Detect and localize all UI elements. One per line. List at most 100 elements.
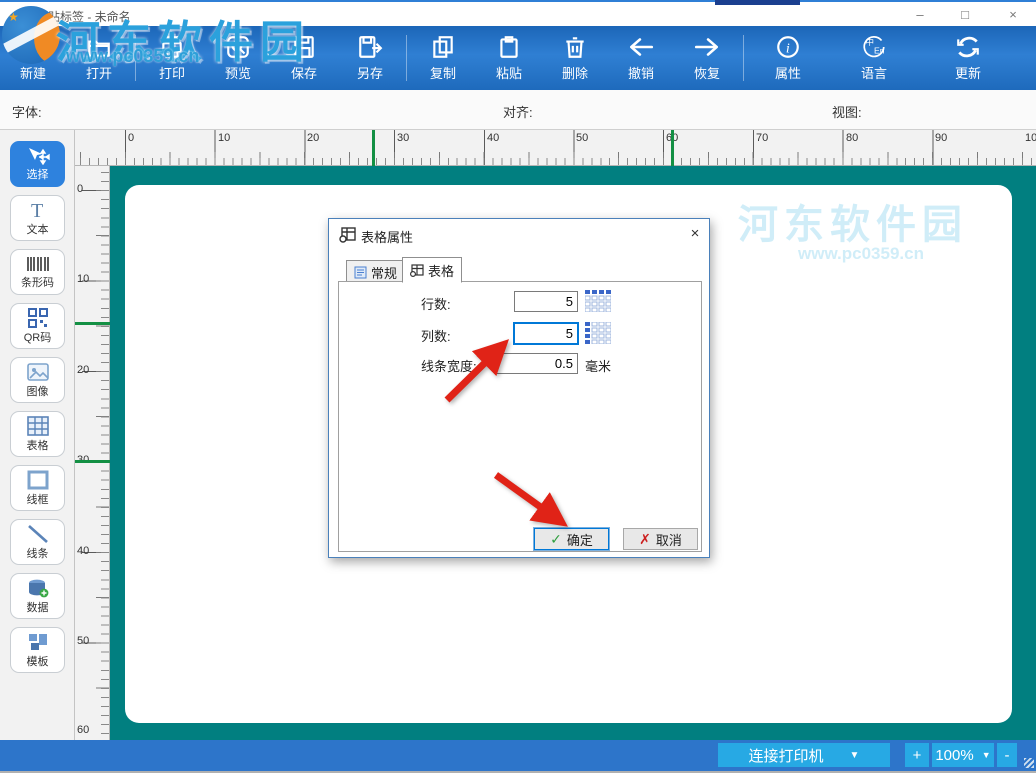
maximize-button[interactable]: □	[950, 6, 980, 24]
minimize-button[interactable]: –	[905, 6, 935, 24]
tool-qrcode[interactable]: QR码	[10, 303, 65, 349]
general-tab-icon	[354, 266, 367, 279]
dialog-close-icon[interactable]: ×	[685, 225, 705, 243]
properties-button[interactable]: i 属性	[755, 29, 821, 87]
rows-grid-icon[interactable]	[585, 290, 611, 317]
toolbar-separator	[406, 35, 407, 81]
language-icon: 中En	[861, 34, 887, 60]
tool-image[interactable]: 图像	[10, 357, 65, 403]
watermark-globe-logo: ★	[2, 6, 60, 64]
zoom-in-button[interactable]: +	[905, 743, 929, 767]
check-icon: ✓	[550, 531, 562, 548]
status-bar: 连接打印机 ▼ + 100%▼ -	[0, 740, 1036, 771]
line-width-unit: 毫米	[585, 356, 611, 375]
vertical-ruler: 0 10 20 30 40 50 60	[75, 166, 110, 740]
tool-data[interactable]: 数据	[10, 573, 65, 619]
trash-icon	[562, 34, 588, 60]
ruler-marker-green	[75, 460, 110, 463]
ruler-number: 30	[397, 132, 409, 144]
view-label: 视图:	[832, 102, 862, 121]
tab-table[interactable]: 表格	[402, 257, 462, 283]
tool-template[interactable]: 模板	[10, 627, 65, 673]
close-button[interactable]: ×	[998, 6, 1028, 24]
connect-printer-button[interactable]: 连接打印机 ▼	[718, 743, 890, 767]
format-toolbar: 字体: 黑体▾ 小五▾ A▴ B I U S A▾ 对齐: 视图: 90	[0, 90, 1036, 130]
horizontal-ruler: 0 10 20 30 40 50 60 70 80 90 100	[75, 130, 1036, 166]
ruler-number: 0	[128, 132, 134, 144]
copy-icon	[430, 34, 456, 60]
screenshot-artifact	[715, 0, 800, 5]
save-as-icon	[357, 34, 383, 60]
ruler-number: 10	[77, 273, 89, 285]
ruler-number: 90	[935, 132, 947, 144]
tool-text[interactable]: T 文本	[10, 195, 65, 241]
line-width-input[interactable]	[494, 353, 578, 374]
dialog-title: 表格属性	[361, 227, 413, 246]
ruler-number: 20	[307, 132, 319, 144]
tool-select[interactable]: 选择	[10, 141, 65, 187]
undo-button[interactable]: 撤销	[608, 29, 674, 87]
refresh-icon	[955, 34, 981, 60]
tool-palette: 选择 T 文本 条形码 QR码 图像 表格 线框 线条	[0, 130, 75, 740]
chevron-down-icon: ▼	[982, 750, 991, 760]
table-properties-dialog: 表格属性 × 常规 表格 行数: 列数: 线条宽度: 毫米 ✓确定 ✗取消	[328, 218, 710, 558]
zoom-level-select[interactable]: 100%▼	[932, 743, 994, 767]
zoom-out-button[interactable]: -	[997, 743, 1017, 767]
ruler-number: 60	[77, 724, 89, 736]
clipboard-paste-icon	[496, 34, 522, 60]
table-tab-icon	[410, 264, 424, 277]
tab-general[interactable]: 常规	[346, 260, 405, 283]
columns-label: 列数:	[421, 326, 451, 345]
app-window: P 普贴标签 - 未命名 – □ × 新建 打开 打印 预览 保存	[0, 0, 1036, 773]
x-icon: ✗	[639, 531, 651, 548]
rows-input[interactable]	[514, 291, 578, 312]
language-button[interactable]: 中En 语言	[841, 29, 907, 87]
svg-text:i: i	[786, 40, 790, 56]
ruler-marker-green	[372, 130, 375, 166]
tool-barcode[interactable]: 条形码	[10, 249, 65, 295]
watermark-site-url: www.pc0359.cn	[66, 46, 199, 67]
ruler-number: 100	[1025, 132, 1036, 144]
save-as-button[interactable]: 另存	[337, 29, 403, 87]
table-icon	[27, 416, 49, 436]
diagonal-line-icon	[27, 524, 49, 544]
ok-button[interactable]: ✓确定	[534, 528, 609, 550]
select-cursor-icon	[26, 147, 50, 165]
ruler-number: 10	[218, 132, 230, 144]
cancel-button[interactable]: ✗取消	[623, 528, 698, 550]
tool-table[interactable]: 表格	[10, 411, 65, 457]
ruler-marker-green	[671, 130, 674, 166]
ruler-number: 40	[487, 132, 499, 144]
object-align-label: 对齐:	[503, 102, 533, 121]
logo-star-icon: ★	[8, 10, 19, 24]
barcode-icon	[26, 255, 50, 273]
svg-text:En: En	[874, 46, 885, 56]
font-label: 字体:	[12, 102, 42, 121]
tool-frame[interactable]: 线框	[10, 465, 65, 511]
rectangle-frame-icon	[27, 470, 49, 490]
tab-page	[338, 281, 702, 552]
resize-grip[interactable]	[1024, 758, 1034, 768]
tool-line[interactable]: 线条	[10, 519, 65, 565]
ruler-number: 80	[846, 132, 858, 144]
image-icon	[26, 362, 50, 382]
line-width-label: 线条宽度:	[421, 356, 477, 375]
ruler-number: 70	[756, 132, 768, 144]
info-icon: i	[775, 34, 801, 60]
copy-button[interactable]: 复制	[410, 29, 476, 87]
qr-code-icon	[28, 308, 48, 328]
ruler-number: 20	[77, 364, 89, 376]
redo-button[interactable]: 恢复	[674, 29, 740, 87]
ruler-number: 40	[77, 545, 89, 557]
ruler-number: 50	[77, 635, 89, 647]
canvas-watermark-text: 河东软件园	[738, 192, 968, 250]
columns-grid-icon[interactable]	[585, 322, 611, 349]
paste-button[interactable]: 粘贴	[476, 29, 542, 87]
svg-text:中: 中	[865, 36, 874, 47]
svg-text:T: T	[31, 200, 43, 220]
ruler-number: 50	[576, 132, 588, 144]
update-button[interactable]: 更新	[935, 29, 1001, 87]
columns-input[interactable]	[514, 323, 578, 344]
delete-button[interactable]: 删除	[542, 29, 608, 87]
toolbar-separator	[743, 35, 744, 81]
